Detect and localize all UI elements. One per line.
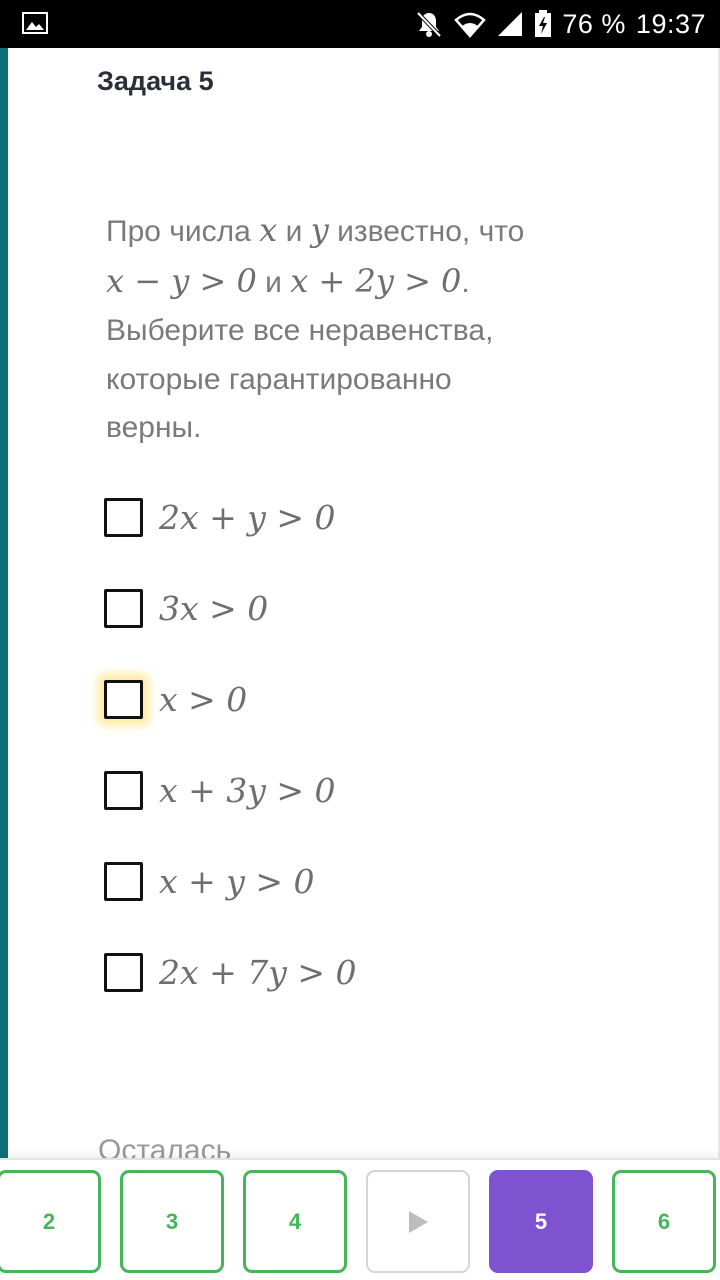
problem-known: известно, что bbox=[337, 215, 525, 248]
condition-2: x + 2y > 0 bbox=[290, 261, 462, 300]
option-2[interactable]: 3x > 0 bbox=[104, 583, 584, 633]
battery-percent: 76 % bbox=[562, 8, 626, 39]
problem-line-2: x − y > 0 и x + 2y > 0. bbox=[106, 257, 626, 308]
option-4[interactable]: x + 3y > 0 bbox=[104, 765, 584, 815]
task-nav-button-5-current[interactable]: 5 bbox=[489, 1170, 593, 1273]
option-checkbox[interactable] bbox=[104, 588, 143, 628]
option-checkbox[interactable] bbox=[104, 861, 143, 901]
condition-period: . bbox=[461, 265, 470, 299]
task-nav-button-3[interactable]: 3 bbox=[120, 1170, 224, 1273]
variable-x: x bbox=[259, 211, 278, 249]
conjunction-and: и bbox=[285, 215, 303, 248]
option-label: x + 3y > 0 bbox=[159, 770, 336, 810]
task-nav-number: 2 bbox=[42, 1208, 56, 1234]
task-nav-button-6[interactable]: 6 bbox=[612, 1170, 716, 1273]
option-5[interactable]: x + y > 0 bbox=[104, 856, 584, 906]
task-nav-number: 6 bbox=[657, 1208, 671, 1234]
option-1[interactable]: 2x + y > 0 bbox=[104, 492, 584, 542]
wifi-icon bbox=[454, 12, 487, 38]
signal-icon bbox=[498, 12, 523, 36]
option-label: 2x + 7y > 0 bbox=[159, 952, 357, 992]
battery-charging-icon bbox=[535, 10, 552, 37]
option-label: 2x + y > 0 bbox=[159, 497, 336, 537]
option-label: x + y > 0 bbox=[159, 861, 315, 901]
instruction-line-1: Выберите все неравенства, bbox=[106, 314, 494, 347]
left-accent-bar bbox=[0, 48, 8, 1158]
option-checkbox[interactable] bbox=[104, 952, 143, 992]
play-button[interactable] bbox=[366, 1170, 470, 1273]
variable-y: y bbox=[310, 211, 329, 249]
clock-time: 19:37 bbox=[635, 8, 706, 39]
play-icon bbox=[409, 1210, 428, 1233]
option-checkbox[interactable] bbox=[104, 770, 143, 810]
option-checkbox[interactable] bbox=[104, 497, 143, 537]
problem-line-1: Про числа x и y известно, что bbox=[106, 206, 626, 257]
gallery-icon bbox=[22, 12, 48, 34]
task-title: Задача 5 bbox=[97, 66, 214, 96]
status-bar: 76 % 19:37 bbox=[0, 0, 720, 48]
option-label: x > 0 bbox=[159, 679, 248, 719]
conjunction-and-2: и bbox=[265, 265, 282, 299]
problem-statement: Про числа x и y известно, что x − y > 0 … bbox=[106, 206, 626, 453]
option-3[interactable]: x > 0 bbox=[104, 674, 584, 724]
instruction-line-3: верны. bbox=[106, 411, 202, 444]
instruction-line-2: которые гарантированно bbox=[106, 362, 452, 396]
option-label: 3x > 0 bbox=[159, 588, 269, 628]
task-nav-number: 3 bbox=[165, 1208, 179, 1234]
option-checkbox-focused[interactable] bbox=[104, 679, 143, 719]
problem-intro: Про числа bbox=[106, 215, 251, 248]
task-navigation-bar: 2 3 4 5 6 bbox=[0, 1158, 720, 1280]
task-nav-button-4[interactable]: 4 bbox=[243, 1170, 347, 1273]
task-nav-number: 5 bbox=[534, 1208, 548, 1234]
notifications-off-icon bbox=[416, 11, 442, 38]
condition-1: x − y > 0 bbox=[106, 261, 257, 300]
task-nav-number: 4 bbox=[288, 1208, 302, 1234]
task-nav-button-2[interactable]: 2 bbox=[0, 1170, 101, 1273]
option-6[interactable]: 2x + 7y > 0 bbox=[104, 947, 584, 997]
